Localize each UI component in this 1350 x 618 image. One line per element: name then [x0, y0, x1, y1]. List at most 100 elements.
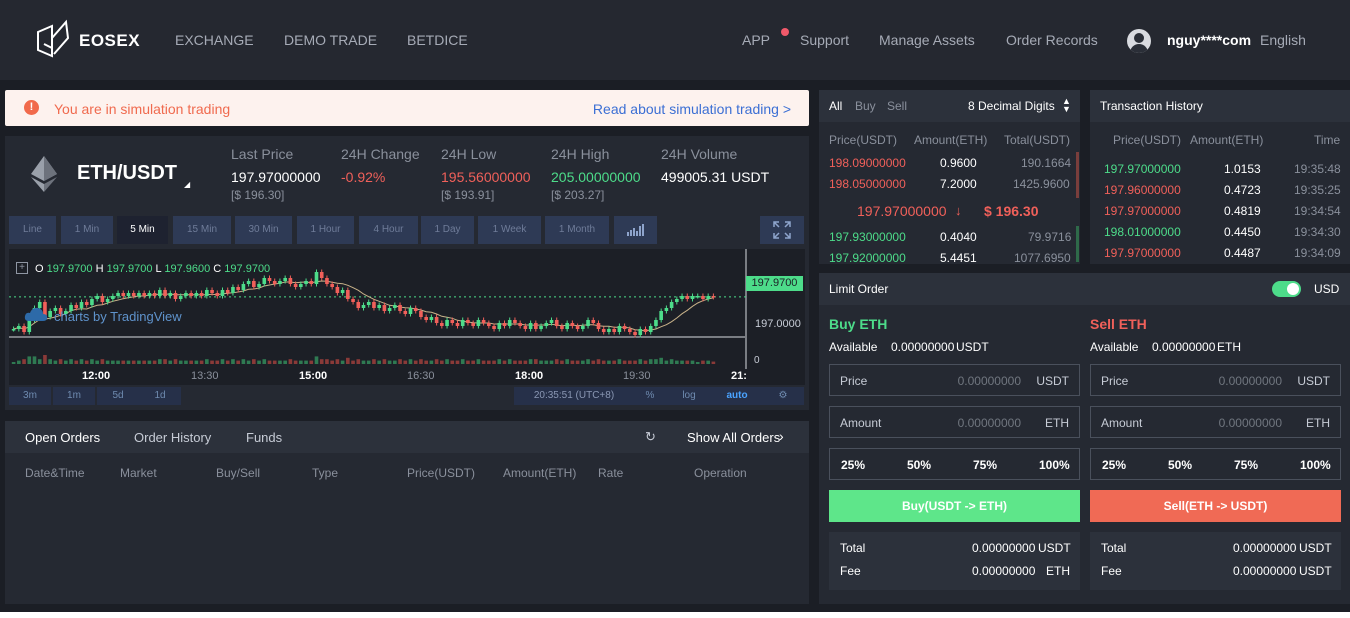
tf-1day[interactable]: 1 Day [421, 216, 474, 244]
volume-bar [84, 360, 89, 364]
tf-1min[interactable]: 1 Min [61, 216, 113, 244]
sell-fee-value: 0.00000000 [1233, 564, 1297, 578]
buy-pct-50[interactable]: 50% [907, 458, 931, 472]
eosex-logo-icon[interactable] [34, 18, 72, 60]
pair-name[interactable]: ETH/USDT [77, 162, 177, 185]
tab-open-orders[interactable]: Open Orders [25, 430, 100, 445]
buy-price-input[interactable]: Price 0.00000000 USDT [829, 364, 1080, 396]
history-title: Transaction History [1100, 99, 1203, 113]
user-name[interactable]: nguy****com [1167, 32, 1251, 48]
log-toggle[interactable]: log [666, 387, 712, 405]
volume-bar [304, 360, 308, 364]
candle-body [293, 284, 298, 287]
sell-pct-100[interactable]: 100% [1300, 458, 1331, 472]
volume-bar [184, 360, 188, 364]
candle-body [408, 308, 413, 314]
candle-body [393, 305, 397, 308]
candle-body [147, 293, 152, 296]
col-buy-sell: Buy/Sell [216, 466, 261, 480]
sell-button[interactable]: Sell(ETH -> USDT) [1090, 490, 1341, 522]
candle-body [471, 323, 475, 326]
nav-manage-assets[interactable]: Manage Assets [879, 32, 975, 48]
buy-pct-25[interactable]: 25% [841, 458, 865, 472]
history-price: 198.01000000 [1104, 225, 1181, 239]
sell-price-input[interactable]: Price 0.00000000 USDT [1090, 364, 1341, 396]
nav-app[interactable]: APP [742, 32, 770, 48]
candle-body [278, 281, 282, 284]
show-all-orders-link[interactable]: Show All Orders [687, 430, 780, 445]
bid-price: 197.93000000 [829, 230, 906, 244]
user-avatar-icon[interactable] [1127, 29, 1151, 53]
percent-toggle[interactable]: % [634, 387, 666, 405]
sell-pct-75[interactable]: 75% [1234, 458, 1258, 472]
sell-amount-input[interactable]: Amount 0.00000000 ETH [1090, 406, 1341, 438]
volume-bar [643, 360, 648, 364]
brand-name[interactable]: EOSEX [79, 31, 140, 51]
ohlc-plus-icon[interactable]: + [16, 262, 28, 274]
candle-body [711, 296, 716, 298]
tf-5min[interactable]: 5 Min [117, 216, 168, 244]
buy-amount-input[interactable]: Amount 0.00000000 ETH [829, 406, 1080, 438]
candle-body [335, 287, 340, 293]
buy-pct-100[interactable]: 100% [1039, 458, 1070, 472]
tf-1hour[interactable]: 1 Hour [297, 216, 354, 244]
sell-fee-unit: USDT [1299, 564, 1332, 578]
candle-body [570, 323, 575, 326]
indicators-icon[interactable] [614, 216, 657, 244]
volume-bar [466, 360, 470, 364]
tab-order-history[interactable]: Order History [134, 430, 211, 445]
zoom-1m[interactable]: 1m [53, 387, 95, 405]
ob-filter-all[interactable]: All [829, 99, 842, 113]
volume-bar [116, 360, 120, 364]
tf-line[interactable]: Line [9, 216, 56, 244]
sort-updown-icon[interactable]: ▲ ▼ [1062, 97, 1071, 114]
auto-toggle[interactable]: auto [712, 387, 762, 405]
buy-button[interactable]: Buy(USDT -> ETH) [829, 490, 1080, 522]
candle-body [690, 296, 695, 299]
volume-bar [335, 359, 340, 364]
tab-funds[interactable]: Funds [246, 430, 282, 445]
ob-filter-sell[interactable]: Sell [887, 99, 907, 113]
tf-4hour[interactable]: 4 Hour [359, 216, 418, 244]
tf-1week[interactable]: 1 Week [478, 216, 541, 244]
buy-available-label: Available [829, 340, 878, 354]
chart-settings-icon[interactable]: ⚙ [762, 387, 804, 405]
nav-demo-trade[interactable]: DEMO TRADE [284, 32, 377, 48]
nav-exchange[interactable]: EXCHANGE [175, 32, 254, 48]
sell-available-value: 0.00000000 [1152, 340, 1216, 354]
fullscreen-icon[interactable] [760, 216, 804, 244]
history-time: 19:34:54 [1294, 204, 1341, 218]
volume-bar [612, 360, 616, 364]
zoom-5d[interactable]: 5d [97, 387, 139, 405]
candle-body [695, 296, 700, 298]
sell-pct-50[interactable]: 50% [1168, 458, 1192, 472]
volume-bar [17, 360, 21, 364]
candle-body [591, 320, 596, 323]
zoom-1d[interactable]: 1d [139, 387, 181, 405]
bid-amount: 5.4451 [940, 251, 977, 265]
ob-filter-buy[interactable]: Buy [855, 99, 876, 113]
tf-1month[interactable]: 1 Month [545, 216, 609, 244]
volume-bar [581, 360, 585, 364]
chevron-right-icon[interactable]: › [779, 428, 784, 444]
usd-toggle[interactable] [1272, 281, 1301, 297]
ohlc-h-value: 197.9700 [106, 263, 153, 275]
volume-bar [361, 360, 366, 364]
notice-link[interactable]: Read about simulation trading > [593, 101, 791, 117]
pair-dropdown-icon[interactable]: ◢ [184, 180, 190, 189]
nav-betdice[interactable]: BETDICE [407, 32, 468, 48]
nav-support[interactable]: Support [800, 32, 849, 48]
bid-depth-bar [1076, 226, 1079, 262]
tf-15min[interactable]: 15 Min [173, 216, 231, 244]
volume-bar [48, 359, 52, 364]
language-selector[interactable]: English [1260, 32, 1306, 48]
buy-pct-75[interactable]: 75% [973, 458, 997, 472]
ob-digits-select[interactable]: 8 Decimal Digits [968, 99, 1055, 113]
sell-pct-25[interactable]: 25% [1102, 458, 1126, 472]
volume-bar [32, 356, 37, 364]
refresh-icon[interactable]: ↻ [645, 429, 656, 445]
tf-30min[interactable]: 30 Min [235, 216, 292, 244]
nav-order-records[interactable]: Order Records [1006, 32, 1098, 48]
candle-body [419, 311, 423, 317]
zoom-3m[interactable]: 3m [9, 387, 51, 405]
